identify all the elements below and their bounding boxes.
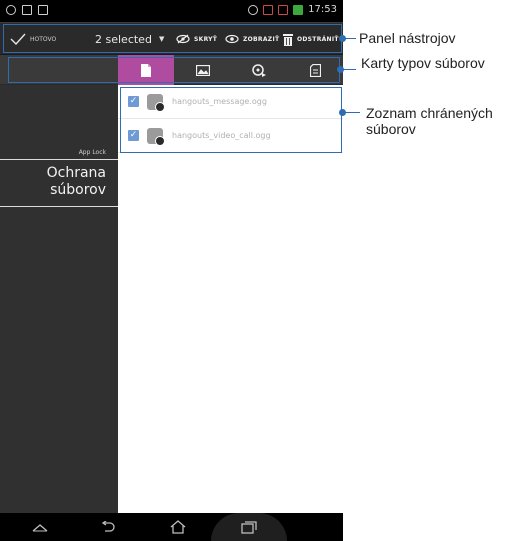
status-bar: 17:53 xyxy=(0,0,343,22)
battery-icon xyxy=(293,4,304,15)
sidebar: App Lock Ochrana súborov xyxy=(0,85,118,513)
toolbar-highlight xyxy=(3,24,342,53)
callout-line xyxy=(343,112,360,113)
screenshot-icon xyxy=(38,5,48,15)
tabs-highlight xyxy=(8,57,340,83)
back-arrow-icon xyxy=(101,521,115,532)
callout-line xyxy=(341,69,356,70)
storage-icon xyxy=(22,5,32,15)
back-button[interactable] xyxy=(88,513,128,541)
divider xyxy=(0,159,118,160)
file-list-highlight xyxy=(120,87,342,153)
home-button[interactable] xyxy=(158,513,198,541)
callout-protected-list: Zoznam chránených súborov xyxy=(366,105,493,137)
sidebar-section-label: App Lock xyxy=(78,149,106,156)
home-icon xyxy=(170,520,186,534)
navigation-bar xyxy=(0,513,343,541)
callout-toolbar: Panel nástrojov xyxy=(359,30,456,46)
wifi-icon xyxy=(263,4,274,15)
location-icon xyxy=(248,4,259,15)
sidebar-item-file-protection[interactable]: Ochrana súborov xyxy=(6,165,106,199)
divider xyxy=(0,206,118,207)
figure: 17:53 HOTOVO 2 selected ▼ SKRYŤ ZOBRAZIŤ… xyxy=(0,0,509,541)
menu-up-button[interactable] xyxy=(20,513,60,541)
callout-line xyxy=(343,38,356,39)
notification-icon xyxy=(6,5,16,15)
recent-apps-icon xyxy=(241,520,257,534)
recent-apps-button[interactable] xyxy=(211,513,287,541)
signal-icon xyxy=(278,4,289,15)
clock: 17:53 xyxy=(308,4,337,15)
callout-file-tabs: Karty typov súborov xyxy=(361,55,485,71)
chevron-up-icon xyxy=(32,523,48,531)
